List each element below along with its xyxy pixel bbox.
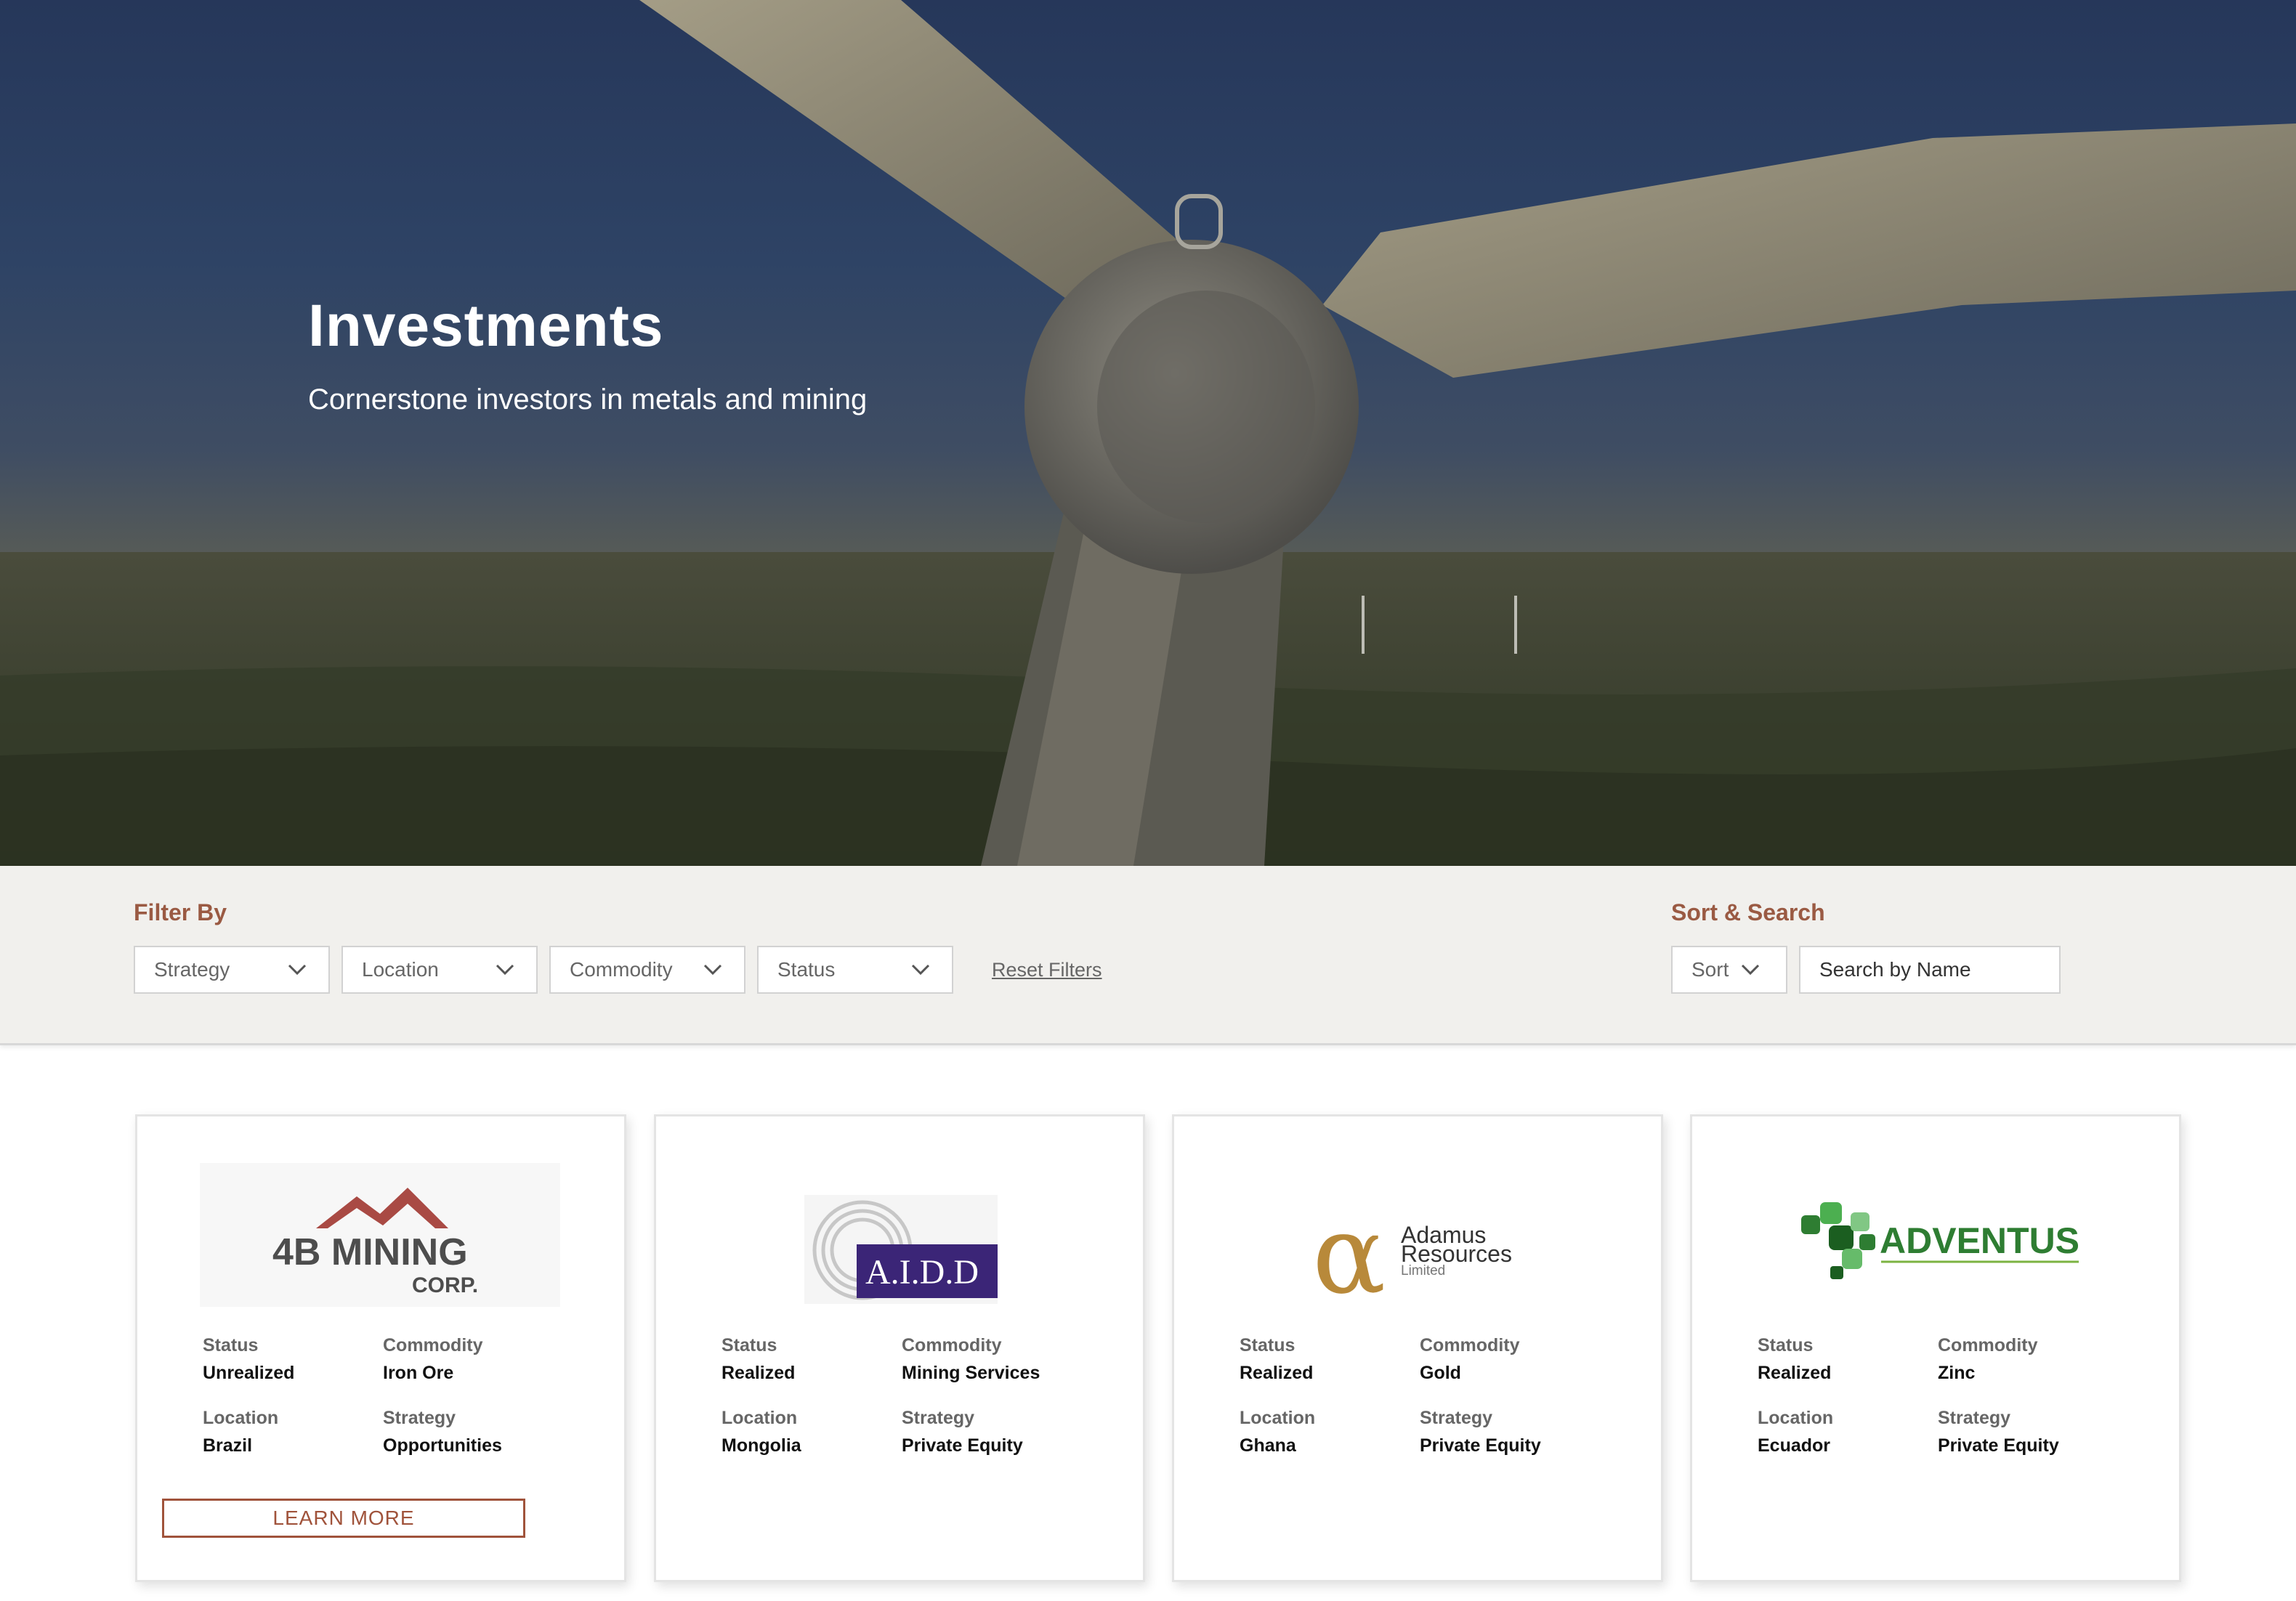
field-label: Commodity <box>1420 1335 1520 1355</box>
commodity-value: Zinc <box>1938 1363 1976 1383</box>
wind-turbine-image <box>0 0 2296 866</box>
field-label: Commodity <box>902 1335 1002 1355</box>
strategy-value: Private Equity <box>1938 1435 2059 1456</box>
field-label: Strategy <box>902 1408 975 1428</box>
field-label: Strategy <box>383 1408 456 1428</box>
strategy-value: Opportunities <box>383 1435 502 1456</box>
status-value: Unrealized <box>203 1363 295 1383</box>
sort-select[interactable]: Sort <box>1671 946 1787 994</box>
commodity-value: Mining Services <box>902 1363 1040 1383</box>
investment-card[interactable]: A.I.D.D Status Realized Commodity Mining… <box>654 1114 1145 1582</box>
4b-mining-logo: 4B MINING CORP. <box>200 1163 560 1307</box>
hero-banner: Investments Cornerstone investors in met… <box>0 0 2296 866</box>
learn-more-button[interactable]: LEARN MORE <box>162 1499 525 1538</box>
search-by-name-input[interactable] <box>1799 946 2061 994</box>
sort-search-label: Sort & Search <box>1671 899 1825 925</box>
logo-text: Limited <box>1401 1263 1445 1278</box>
location-value: Ecuador <box>1758 1435 1831 1456</box>
strategy-value: Private Equity <box>1420 1435 1541 1456</box>
strategy-field: Strategy Opportunities <box>383 1407 502 1456</box>
field-label: Status <box>721 1335 777 1355</box>
chevron-down-icon <box>911 964 930 976</box>
field-label: Location <box>1758 1408 1834 1428</box>
commodity-field: Commodity Zinc <box>1938 1334 2038 1384</box>
commodity-value: Iron Ore <box>383 1363 454 1383</box>
chevron-down-icon <box>288 964 307 976</box>
field-label: Commodity <box>383 1335 483 1355</box>
location-field: Location Brazil <box>203 1407 278 1456</box>
status-select-label: Status <box>777 958 836 981</box>
adamus-resources-logo: α Adamus Resources Limited <box>1312 1192 1512 1311</box>
commodity-field: Commodity Mining Services <box>902 1334 1040 1384</box>
field-label: Status <box>1240 1335 1295 1355</box>
adventus-logo: ADVENTUS <box>1801 1202 2079 1279</box>
commodity-select-label: Commodity <box>570 958 673 981</box>
investment-card[interactable]: 4B MINING CORP. Status Unrealized Commod… <box>135 1114 626 1582</box>
investment-card[interactable]: ADVENTUS Status Realized Commodity Zinc … <box>1690 1114 2181 1582</box>
location-field: Location Ghana <box>1240 1407 1315 1456</box>
status-field: Status Realized <box>1240 1334 1313 1384</box>
page-title: Investments <box>308 293 664 359</box>
strategy-field: Strategy Private Equity <box>902 1407 1023 1456</box>
strategy-select-label: Strategy <box>154 958 230 981</box>
investment-card[interactable]: α Adamus Resources Limited Status Realiz… <box>1172 1114 1663 1582</box>
status-select[interactable]: Status <box>757 946 953 994</box>
field-label: Strategy <box>1420 1408 1493 1428</box>
logo-text: A.I.D.D <box>865 1253 979 1292</box>
field-label: Strategy <box>1938 1408 2011 1428</box>
filter-bar: Filter By Strategy Location Commodity St… <box>0 866 2296 1045</box>
field-label: Location <box>721 1408 798 1428</box>
status-field: Status Realized <box>721 1334 795 1384</box>
chevron-down-icon <box>703 964 722 976</box>
logo-text: CORP. <box>412 1273 478 1297</box>
strategy-select[interactable]: Strategy <box>134 946 330 994</box>
commodity-field: Commodity Iron Ore <box>383 1334 483 1384</box>
chevron-down-icon <box>1741 964 1760 976</box>
status-value: Realized <box>721 1363 796 1383</box>
sort-select-label: Sort <box>1691 958 1729 981</box>
status-value: Realized <box>1758 1363 1832 1383</box>
location-select[interactable]: Location <box>341 946 538 994</box>
commodity-field: Commodity Gold <box>1420 1334 1520 1384</box>
status-field: Status Unrealized <box>203 1334 294 1384</box>
strategy-field: Strategy Private Equity <box>1938 1407 2059 1456</box>
status-value: Realized <box>1240 1363 1314 1383</box>
location-value: Brazil <box>203 1435 253 1456</box>
reset-filters-link[interactable]: Reset Filters <box>992 959 1102 981</box>
field-label: Location <box>1240 1408 1316 1428</box>
location-field: Location Ecuador <box>1758 1407 1833 1456</box>
logo-text: ADVENTUS <box>1880 1220 2079 1261</box>
location-select-label: Location <box>362 958 439 981</box>
field-label: Location <box>203 1408 279 1428</box>
aidd-logo: A.I.D.D <box>804 1195 998 1304</box>
status-field: Status Realized <box>1758 1334 1831 1384</box>
chevron-down-icon <box>496 964 514 976</box>
page-subtitle: Cornerstone investors in metals and mini… <box>308 384 868 416</box>
field-label: Status <box>203 1335 259 1355</box>
location-value: Ghana <box>1240 1435 1296 1456</box>
location-field: Location Mongolia <box>721 1407 801 1456</box>
svg-text:α: α <box>1312 1192 1386 1311</box>
commodity-value: Gold <box>1420 1363 1461 1383</box>
strategy-field: Strategy Private Equity <box>1420 1407 1541 1456</box>
strategy-value: Private Equity <box>902 1435 1023 1456</box>
field-label: Commodity <box>1938 1335 2038 1355</box>
field-label: Status <box>1758 1335 1814 1355</box>
logo-text: 4B MINING <box>272 1231 468 1273</box>
filter-by-label: Filter By <box>134 899 227 925</box>
location-value: Mongolia <box>721 1435 801 1456</box>
commodity-select[interactable]: Commodity <box>549 946 745 994</box>
